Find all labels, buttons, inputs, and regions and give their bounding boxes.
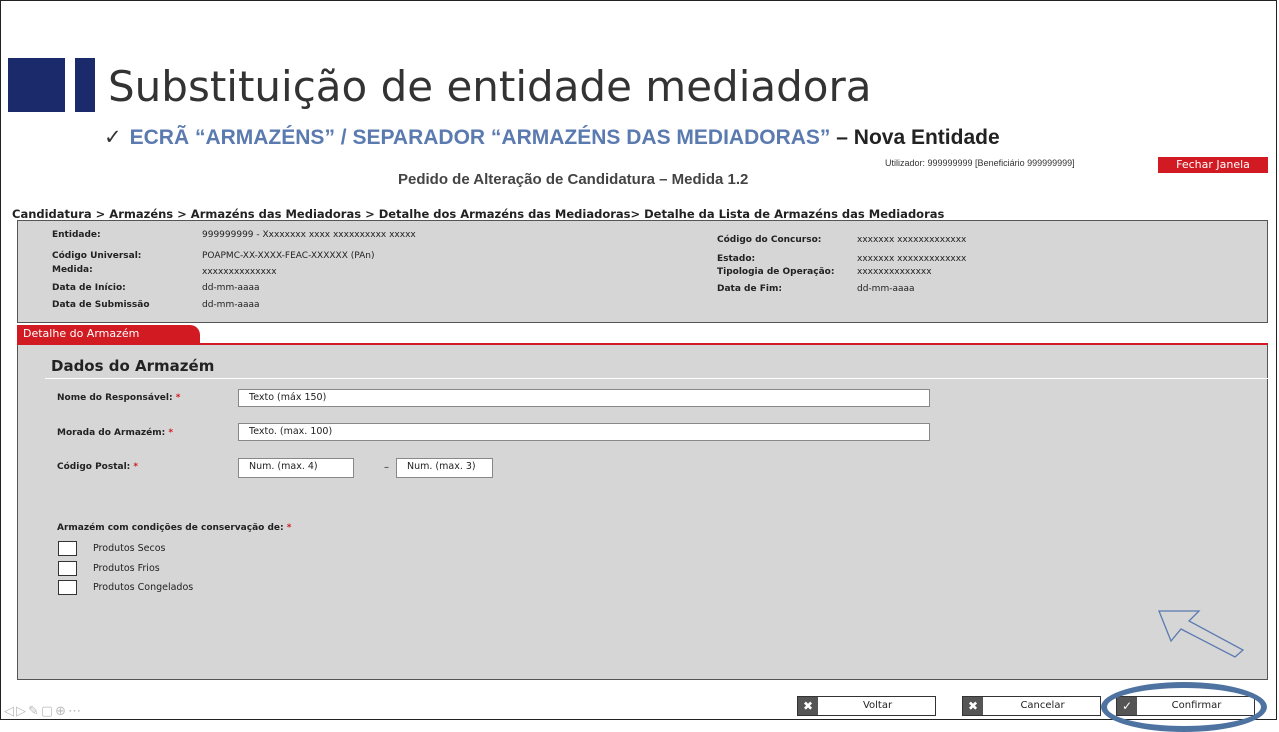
codigo-postal-prefix-input[interactable]: Num. (max. 4) [238,458,354,478]
subtitle-suffix: – Nova Entidade [836,126,1000,149]
section-divider [45,378,1268,379]
title-decoration-bar [75,58,95,112]
voltar-button-label: Voltar [862,700,893,711]
tipologia-label: Tipologia de Operação: [717,267,835,277]
slide-title: Substituição de entidade mediadora [108,62,872,111]
option-produtos-secos-label: Produtos Secos [93,543,166,554]
pointer-arrow-icon [1158,610,1245,658]
codigo-postal-separator: – [384,462,389,473]
entidade-label: Entidade: [52,230,101,240]
data-inicio-label: Data de Início: [52,283,126,293]
required-mark: * [168,428,174,438]
required-mark: * [175,393,181,403]
morada-label: Morada do Armazém: * [57,428,173,438]
tipologia-value: xxxxxxxxxxxxxx [857,267,932,277]
highlight-ellipse [1101,682,1267,732]
subtitle-screen-name: ECRÃ “ARMAZÉNS” / SEPARADOR “ARMAZÉNS DA… [129,126,831,149]
close-window-button[interactable]: Fechar Janela [1158,157,1268,173]
data-fim-label: Data de Fim: [717,284,782,294]
data-submissao-label: Data de Submissão [52,300,150,310]
data-fim-value: dd-mm-aaaa [857,284,915,294]
checkbox-produtos-frios[interactable] [58,561,77,576]
conservacao-label: Armazém com condições de conservação de:… [57,523,291,533]
morada-label-text: Morada do Armazém: [57,428,166,438]
codigo-postal-label-text: Código Postal: [57,462,131,472]
codigo-concurso-value: xxxxxxx xxxxxxxxxxxxx [857,235,967,245]
required-mark: * [286,523,292,533]
codigo-universal-label: Código Universal: [52,251,142,261]
nome-responsavel-input[interactable]: Texto (máx 150) [238,389,930,407]
section-title: Dados do Armazém [51,357,215,375]
checkbox-produtos-secos[interactable] [58,541,77,556]
data-submissao-value: dd-mm-aaaa [202,300,260,310]
nome-responsavel-label: Nome do Responsável: * [57,393,180,403]
estado-value: xxxxxxx xxxxxxxxxxxxx [857,254,967,264]
codigo-concurso-label: Código do Concurso: [717,235,822,245]
required-mark: * [133,462,139,472]
estado-label: Estado: [717,254,756,264]
option-produtos-frios-label: Produtos Frios [93,563,160,574]
codigo-universal-value: POAPMC-XX-XXXX-FEAC-XXXXXX (PAn) [202,251,375,261]
slide-subtitle: ✓ ECRÃ “ARMAZÉNS” / SEPARADOR “ARMAZÉNS D… [104,125,1000,150]
title-decoration-square [8,58,65,112]
breadcrumb: Candidatura > Armazéns > Armazéns das Me… [12,207,945,221]
user-info: Utilizador: 999999999 [Beneficiário 9999… [885,158,1075,168]
codigo-postal-suffix-input[interactable]: Num. (max. 3) [396,458,493,478]
option-produtos-congelados-label: Produtos Congelados [93,582,194,593]
entidade-value: 999999999 - Xxxxxxxx xxxx xxxxxxxxxx xxx… [202,230,416,240]
codigo-postal-label: Código Postal: * [57,462,138,472]
medida-value: xxxxxxxxxxxxxx [202,267,277,277]
voltar-button[interactable]: ✖ Voltar [797,696,936,716]
cancelar-button[interactable]: ✖ Cancelar [962,696,1101,716]
medida-label: Medida: [52,265,93,275]
cancelar-button-label: Cancelar [1020,700,1065,711]
page-title: Pedido de Alteração de Candidatura – Med… [398,171,749,188]
checkmark-icon: ✓ [104,126,122,149]
slide-controls-icons: ◁▷✎▢⊕⋯ [4,704,84,719]
checkbox-produtos-congelados[interactable] [58,580,77,595]
close-icon: ✖ [963,697,983,715]
data-inicio-value: dd-mm-aaaa [202,283,260,293]
nome-responsavel-label-text: Nome do Responsável: [57,393,173,403]
tab-detalhe-armazem[interactable]: Detalhe do Armazém [17,325,200,343]
conservacao-label-text: Armazém com condições de conservação de: [57,523,284,533]
morada-input[interactable]: Texto. (max. 100) [238,423,930,441]
close-icon: ✖ [798,697,818,715]
